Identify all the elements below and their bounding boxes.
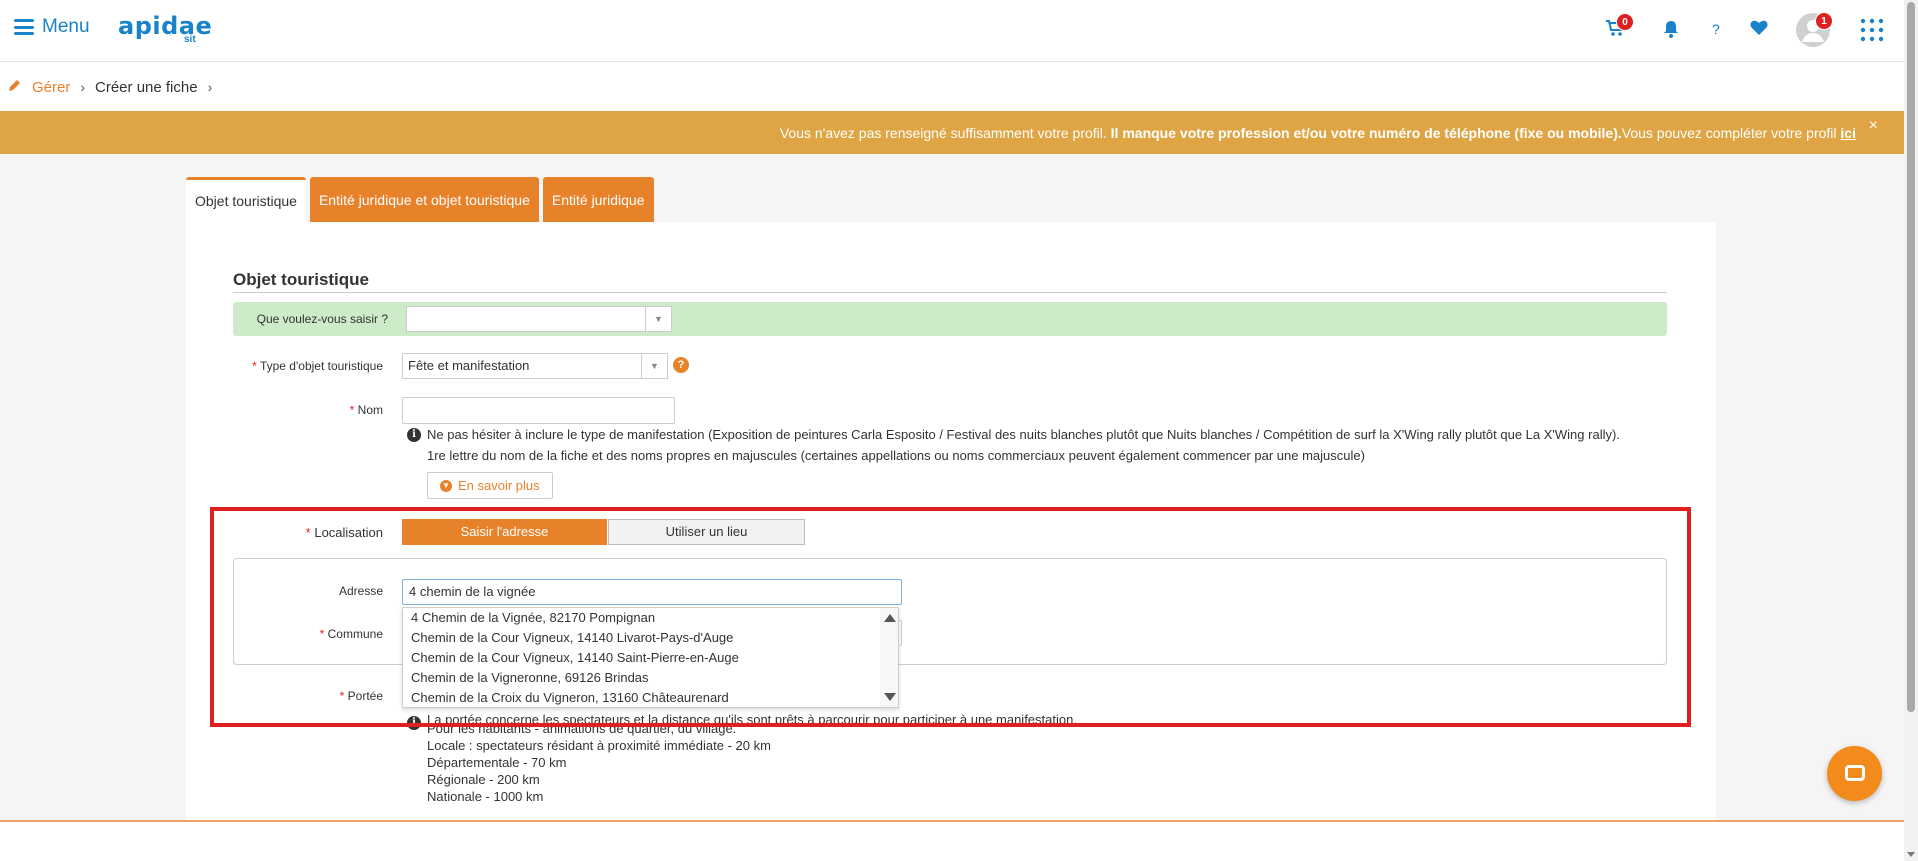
profile-warning-banner: Vous n'avez pas renseigné suffisamment v… xyxy=(0,111,1904,154)
banner-text-end: Vous pouvez compléter votre profil xyxy=(1621,124,1837,141)
scrollbar-thumb[interactable] xyxy=(1907,2,1915,712)
apidae-logo[interactable]: apidae xyxy=(118,12,212,40)
chevron-down-icon: ▼ xyxy=(641,354,667,378)
localisation-label: * Localisation xyxy=(305,525,383,540)
adresse-input[interactable]: 4 chemin de la vignée xyxy=(402,579,902,605)
question-icon[interactable]: ? xyxy=(673,357,689,373)
suggestion-item[interactable]: Chemin de la Vigneronne, 69126 Brindas xyxy=(403,668,898,688)
menu-label: Menu xyxy=(42,16,90,37)
chat-icon xyxy=(1845,765,1865,781)
hamburger-icon xyxy=(14,19,34,35)
chevron-down-circle-icon: ▼ xyxy=(440,479,452,492)
commune-label: * Commune xyxy=(319,627,383,641)
type-objet-label: * Type d'objet touristique xyxy=(252,359,383,373)
suggestions-scrollbar[interactable] xyxy=(880,608,898,707)
bottom-area xyxy=(0,822,1904,861)
suggestion-item[interactable]: Chemin de la Croix du Vigneron, 13160 Ch… xyxy=(403,688,898,708)
chevron-down-icon: ▼ xyxy=(645,307,671,331)
cart-count-badge: 0 xyxy=(1616,13,1634,31)
menu-button[interactable]: Menu xyxy=(14,16,90,38)
tab-bar: Objet touristique Entité juridique et ob… xyxy=(186,177,654,222)
que-saisir-select[interactable]: ▼ xyxy=(406,306,672,332)
tab-entite-juridique-et-objet[interactable]: Entité juridique et objet touristique xyxy=(309,177,539,222)
que-saisir-label: Que voulez-vous saisir ? xyxy=(256,312,388,326)
portee-lines: Pour les habitants - animations de quart… xyxy=(427,720,771,805)
nom-input[interactable] xyxy=(402,397,675,424)
section-title: Objet touristique xyxy=(233,270,369,289)
scroll-up-icon[interactable] xyxy=(884,614,896,622)
portee-line: Régionale - 200 km xyxy=(427,772,540,787)
suggestion-item[interactable]: 4 Chemin de la Vignée, 82170 Pompignan xyxy=(403,608,898,628)
scroll-down-icon[interactable] xyxy=(884,693,896,701)
chevron-right-icon: › xyxy=(207,79,213,95)
address-suggestions: 4 Chemin de la Vignée, 82170 Pompignan C… xyxy=(402,607,899,708)
chevron-right-icon: › xyxy=(80,79,86,95)
nom-hint-2: 1re lettre du nom de la fiche et des nom… xyxy=(427,448,1365,463)
suggestion-item[interactable]: Chemin de la Cour Vigneux, 14140 Livarot… xyxy=(403,628,898,648)
grid-icon[interactable] xyxy=(1860,18,1884,47)
tab-objet-touristique[interactable]: Objet touristique xyxy=(186,177,306,222)
portee-line: Nationale - 1000 km xyxy=(427,789,544,804)
profile-badge: 1 xyxy=(1815,12,1833,30)
help-icon[interactable]: ? xyxy=(1712,21,1720,37)
info-icon: i xyxy=(407,428,421,442)
en-savoir-plus-button[interactable]: ▼ En savoir plus xyxy=(427,472,553,499)
heart-icon[interactable] xyxy=(1750,20,1768,41)
bell-icon[interactable] xyxy=(1663,20,1679,43)
close-icon[interactable]: × xyxy=(1869,117,1878,135)
breadcrumb-creer-fiche: Créer une fiche xyxy=(95,78,198,96)
banner-text-bold: Il manque votre profession et/ou votre n… xyxy=(1110,124,1622,141)
portee-line: Pour les habitants - animations de quart… xyxy=(427,721,737,736)
chat-button[interactable] xyxy=(1827,746,1882,801)
adresse-label: Adresse xyxy=(338,584,383,598)
portee-line: Départementale - 70 km xyxy=(427,755,567,770)
banner-text-start: Vous n'avez pas renseigné suffisamment v… xyxy=(779,124,1107,141)
type-objet-select[interactable]: Fête et manifestation ▼ xyxy=(402,353,668,379)
top-navbar: Menu apidae sit 0 ? 1 xyxy=(0,0,1904,62)
utiliser-lieu-toggle[interactable]: Utiliser un lieu xyxy=(608,519,805,545)
page-scrollbar[interactable] xyxy=(1904,0,1918,861)
pencil-icon xyxy=(8,78,22,96)
portee-line: Locale : spectateurs résidant à proximit… xyxy=(427,738,771,753)
tab-entite-juridique[interactable]: Entité juridique xyxy=(542,177,654,222)
breadcrumb-gerer[interactable]: Gérer xyxy=(32,79,70,96)
nom-label: * Nom xyxy=(349,403,383,417)
apidae-logo-sub: sit xyxy=(184,34,196,45)
scroll-down-icon[interactable] xyxy=(1907,852,1915,857)
section-divider xyxy=(233,292,1667,293)
suggestion-item[interactable]: Chemin de la Cour Vigneux, 14140 Saint-P… xyxy=(403,648,898,668)
portee-label: * Portée xyxy=(339,689,383,703)
banner-link[interactable]: ici xyxy=(1840,125,1856,141)
info-icon: i xyxy=(407,716,421,730)
saisir-adresse-toggle[interactable]: Saisir l'adresse xyxy=(402,519,607,545)
nom-hint-1: Ne pas hésiter à inclure le type de mani… xyxy=(427,427,1620,442)
breadcrumb: Gérer › Créer une fiche › xyxy=(0,63,1904,111)
